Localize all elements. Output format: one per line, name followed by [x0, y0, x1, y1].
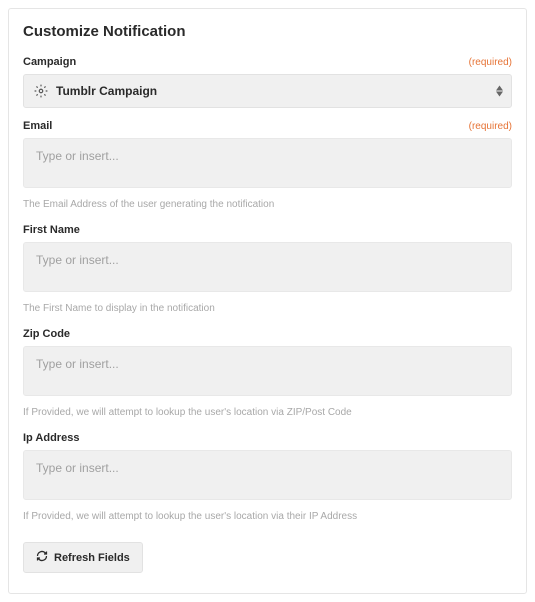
zip-code-help: If Provided, we will attempt to lookup t… — [23, 407, 512, 418]
customize-notification-panel: Customize Notification Campaign (require… — [8, 8, 527, 594]
zip-code-field-group: Zip Code If Provided, we will attempt to… — [23, 328, 512, 418]
refresh-fields-button[interactable]: Refresh Fields — [23, 542, 143, 573]
first-name-label: First Name — [23, 224, 80, 236]
gear-icon — [34, 84, 48, 98]
campaign-field: Campaign (required) Tumblr Campaign — [23, 56, 512, 108]
first-name-help: The First Name to display in the notific… — [23, 303, 512, 314]
ip-address-help: If Provided, we will attempt to lookup t… — [23, 511, 512, 522]
refresh-label: Refresh Fields — [54, 552, 130, 564]
first-name-input[interactable] — [23, 242, 512, 292]
required-indicator: (required) — [469, 57, 512, 68]
sort-icon — [496, 86, 503, 97]
email-field-group: Email (required) The Email Address of th… — [23, 120, 512, 210]
ip-address-field-group: Ip Address If Provided, we will attempt … — [23, 432, 512, 522]
campaign-value: Tumblr Campaign — [56, 84, 157, 98]
campaign-select[interactable]: Tumblr Campaign — [23, 74, 512, 108]
campaign-label: Campaign — [23, 56, 76, 68]
ip-address-input[interactable] — [23, 450, 512, 500]
refresh-icon — [36, 550, 48, 565]
first-name-field-group: First Name The First Name to display in … — [23, 224, 512, 314]
email-input[interactable] — [23, 138, 512, 188]
page-title: Customize Notification — [23, 23, 512, 40]
email-label: Email — [23, 120, 52, 132]
ip-address-label: Ip Address — [23, 432, 79, 444]
required-indicator: (required) — [469, 121, 512, 132]
zip-code-label: Zip Code — [23, 328, 70, 340]
zip-code-input[interactable] — [23, 346, 512, 396]
email-help: The Email Address of the user generating… — [23, 199, 512, 210]
